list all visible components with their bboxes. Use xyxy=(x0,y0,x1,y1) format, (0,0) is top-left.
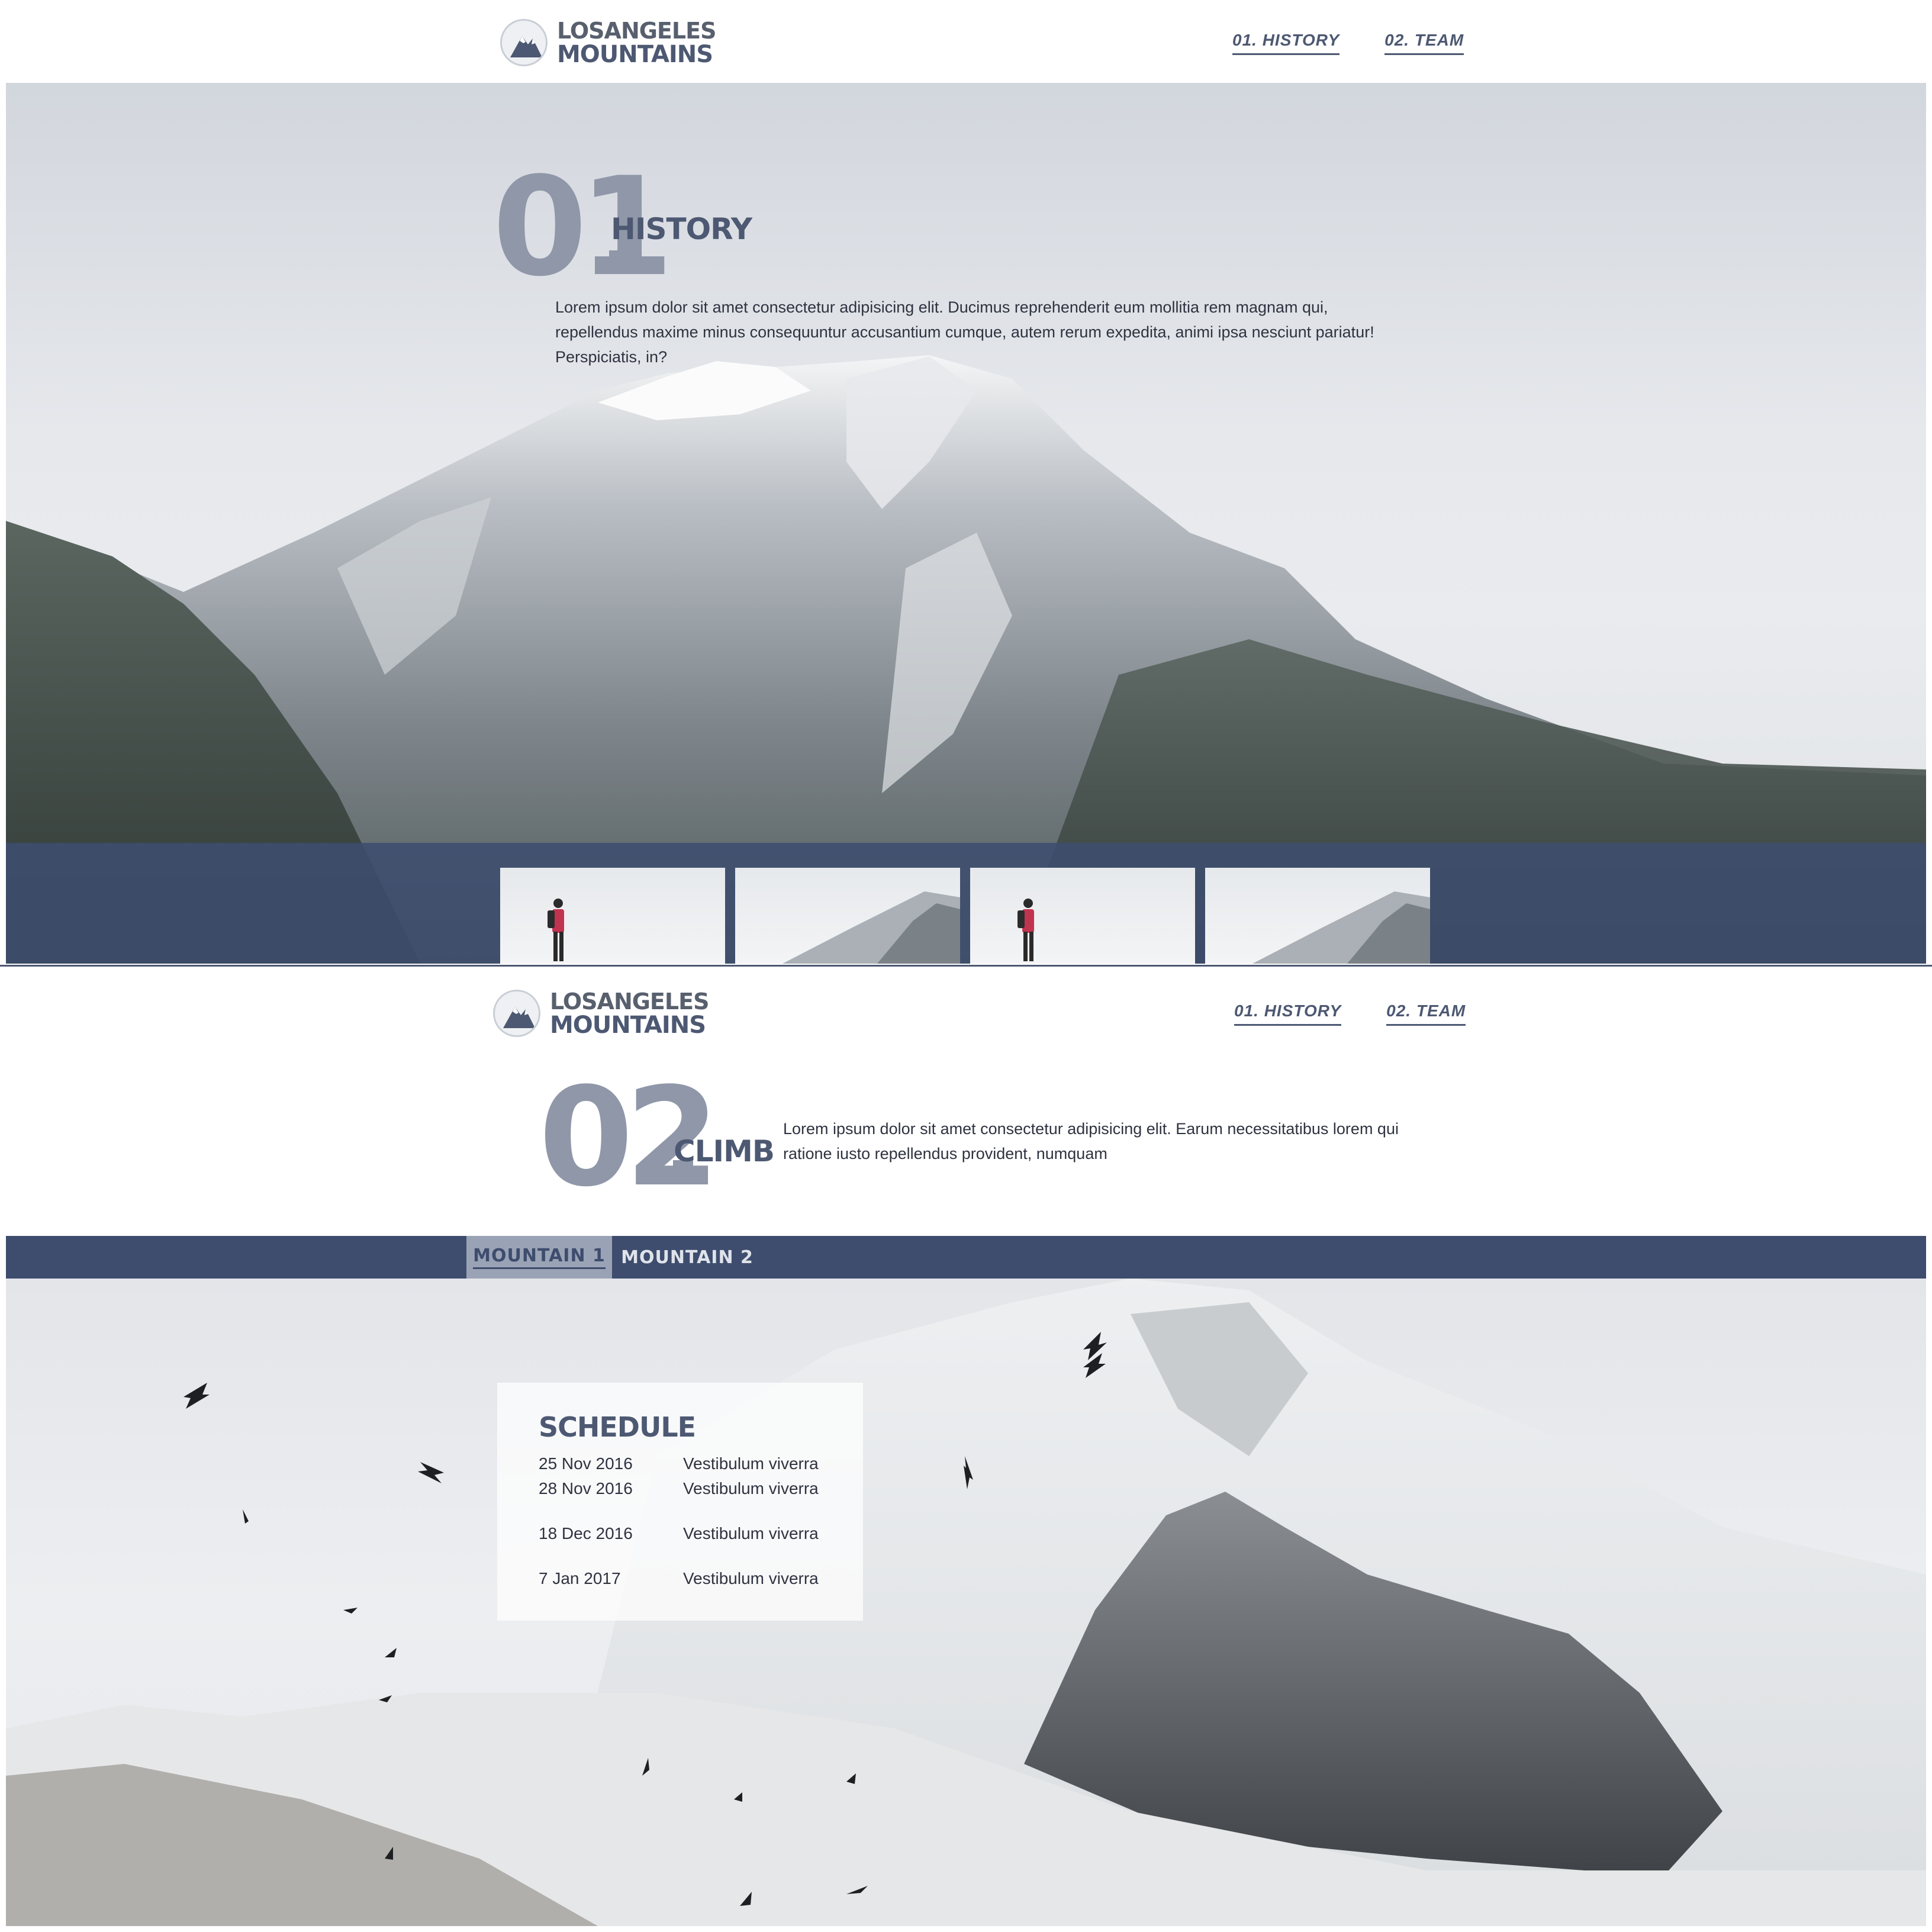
tab-mountain-1[interactable]: MOUNTAIN 1 xyxy=(466,1236,612,1279)
site-header: LOSANGELES MOUNTAINS 01. HISTORY 02. TEA… xyxy=(6,971,1926,1054)
history-number-dot xyxy=(609,250,629,271)
history-section-title: HISTORY xyxy=(611,212,752,246)
schedule-title: SCHEDULE xyxy=(539,1411,696,1443)
brand-name: LOSANGELES MOUNTAINS xyxy=(557,19,716,66)
schedule-row: 7 Jan 2017 Vestibulum viverra xyxy=(539,1566,822,1591)
nav-team-link[interactable]: 02. TEAM xyxy=(1384,31,1464,55)
misty-mountain-image-icon xyxy=(783,891,960,964)
schedule-date: 28 Nov 2016 xyxy=(539,1479,633,1498)
mountain-tabs: MOUNTAIN 1 MOUNTAIN 2 xyxy=(6,1236,1926,1279)
tab-mountain-2[interactable]: MOUNTAIN 2 xyxy=(612,1236,762,1279)
brand-logo[interactable]: LOSANGELES MOUNTAINS xyxy=(493,988,709,1038)
hiker-image-icon xyxy=(1017,899,1034,961)
gallery-strip xyxy=(6,843,1926,964)
schedule-date: 25 Nov 2016 xyxy=(539,1454,633,1473)
brand-line-2: MOUNTAINS xyxy=(550,1012,706,1039)
schedule-row: 25 Nov 2016 Vestibulum viverra xyxy=(539,1451,822,1476)
gallery-thumbnail-4[interactable] xyxy=(1205,868,1430,964)
climb-section-title: CLIMB xyxy=(674,1134,775,1168)
nav-history-link[interactable]: 01. HISTORY xyxy=(1234,1002,1342,1026)
gallery-thumbnail-2[interactable] xyxy=(735,868,960,964)
misty-mountain-image-icon xyxy=(1252,891,1430,964)
gallery-thumbnail-1[interactable] xyxy=(500,868,725,964)
tab-mountain-1-label: MOUNTAIN 1 xyxy=(473,1245,606,1269)
mountain-logo-icon xyxy=(493,990,540,1037)
gallery-thumbnail-3[interactable] xyxy=(970,868,1195,964)
brand-line-1: LOSANGELES xyxy=(550,988,709,1015)
climb-description: Lorem ipsum dolor sit amet consectetur a… xyxy=(783,1120,1399,1163)
schedule-row: 28 Nov 2016 Vestibulum viverra xyxy=(539,1476,822,1501)
hiker-image-icon xyxy=(548,899,564,961)
schedule-row: 18 Dec 2016 Vestibulum viverra xyxy=(539,1521,822,1546)
schedule-event: Vestibulum viverra xyxy=(683,1524,819,1543)
history-hero: 01 HISTORY Lorem ipsum dolor sit amet co… xyxy=(6,83,1926,964)
history-screen: LOSANGELES MOUNTAINS 01. HISTORY 02. TEA… xyxy=(6,0,1926,964)
snowy-mountain-background-image xyxy=(6,1279,1926,1926)
tab-mountain-2-label: MOUNTAIN 2 xyxy=(621,1247,754,1268)
climb-hero: SCHEDULE 25 Nov 2016 Vestibulum viverra … xyxy=(6,1279,1926,1926)
brand-line-2: MOUNTAINS xyxy=(557,41,713,68)
brand-logo[interactable]: LOSANGELES MOUNTAINS xyxy=(500,18,716,67)
mountain-logo-icon xyxy=(500,19,548,66)
schedule-event: Vestibulum viverra xyxy=(683,1454,819,1473)
nav-history-link[interactable]: 01. HISTORY xyxy=(1232,31,1340,55)
main-nav: 01. HISTORY 02. TEAM xyxy=(1234,1002,1466,1026)
screen-divider xyxy=(0,965,1932,970)
nav-team-link[interactable]: 02. TEAM xyxy=(1386,1002,1466,1026)
climb-screen: LOSANGELES MOUNTAINS 01. HISTORY 02. TEA… xyxy=(6,971,1926,1926)
brand-line-1: LOSANGELES xyxy=(557,18,716,44)
schedule-date: 7 Jan 2017 xyxy=(539,1569,621,1588)
history-description: Lorem ipsum dolor sit amet consectetur a… xyxy=(555,298,1374,366)
schedule-event: Vestibulum viverra xyxy=(683,1569,819,1588)
schedule-card: SCHEDULE 25 Nov 2016 Vestibulum viverra … xyxy=(497,1383,863,1621)
schedule-date: 18 Dec 2016 xyxy=(539,1524,633,1543)
mountain-background-image xyxy=(6,355,1926,964)
main-nav: 01. HISTORY 02. TEAM xyxy=(1232,31,1464,55)
site-header: LOSANGELES MOUNTAINS 01. HISTORY 02. TEA… xyxy=(6,0,1926,83)
schedule-event: Vestibulum viverra xyxy=(683,1479,819,1498)
brand-name: LOSANGELES MOUNTAINS xyxy=(550,990,709,1037)
